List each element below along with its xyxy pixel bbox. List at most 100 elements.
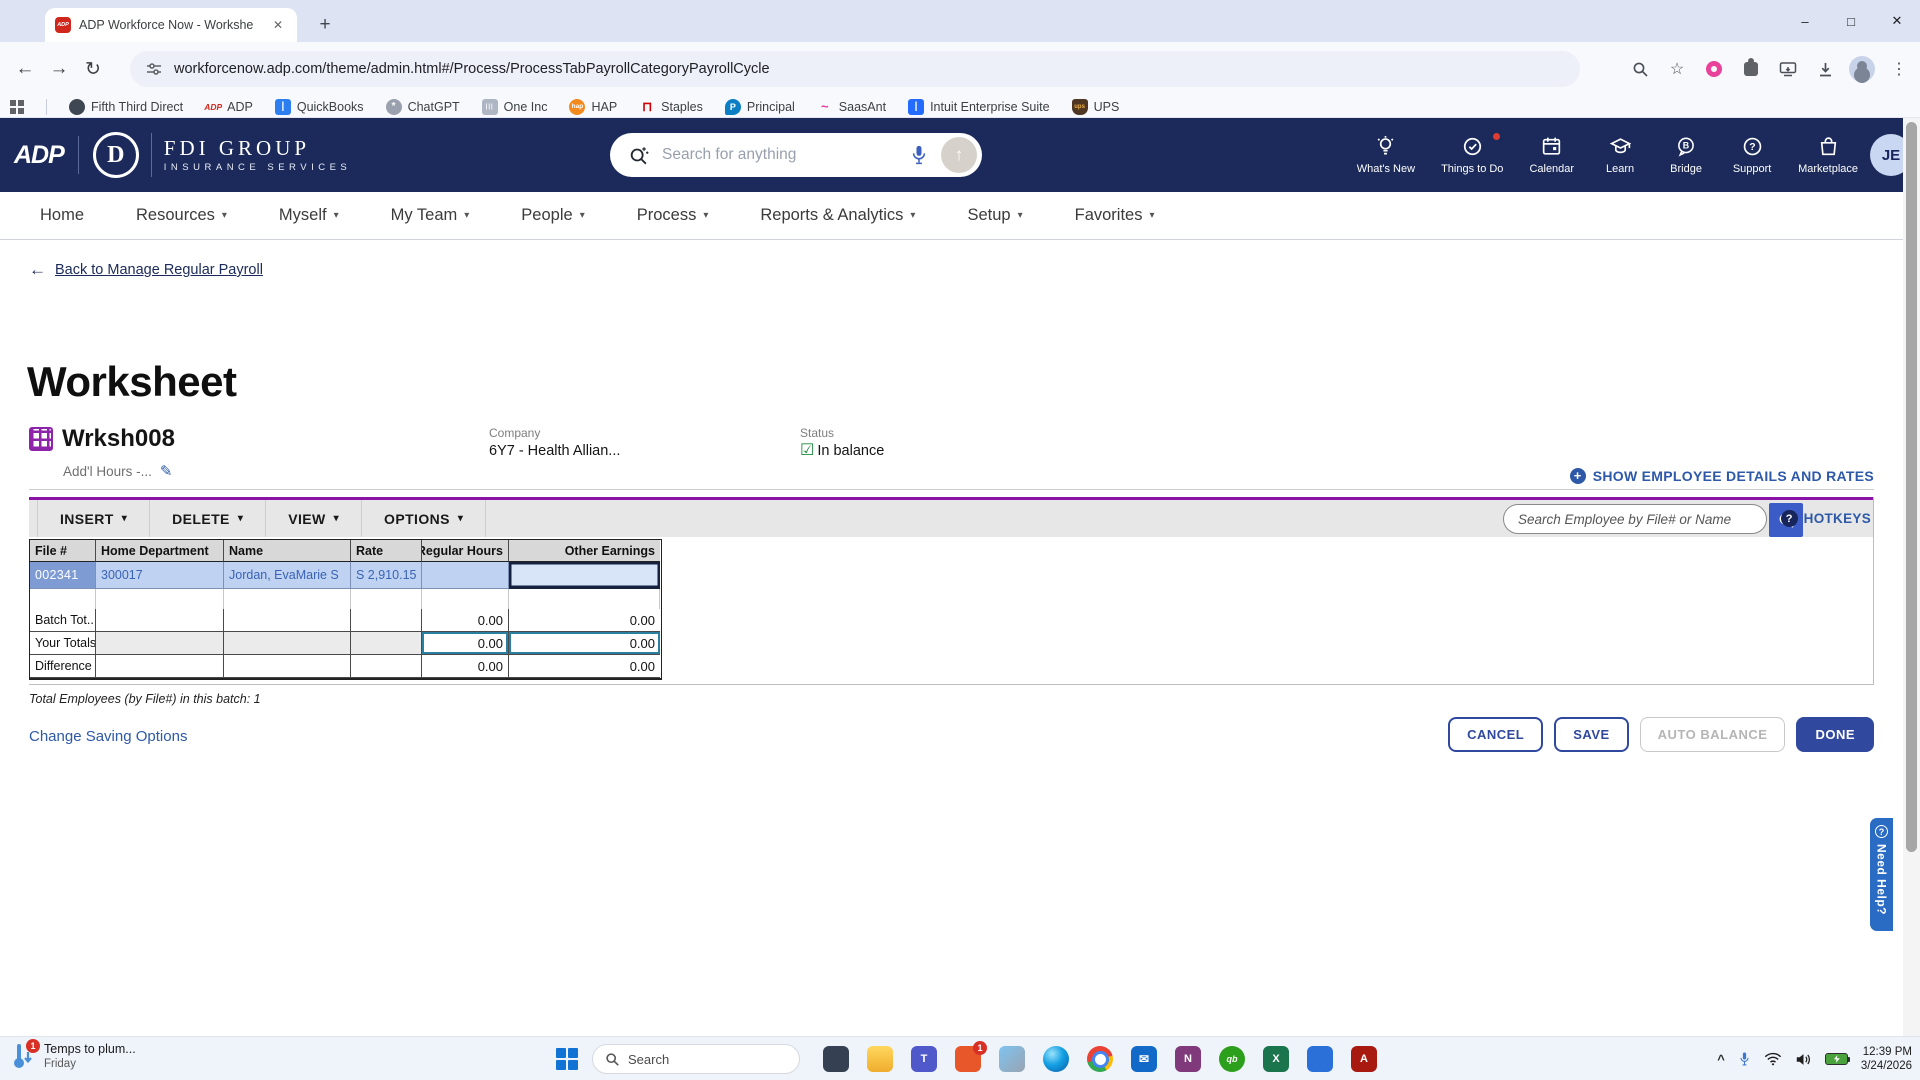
teams-icon[interactable]: T <box>911 1046 937 1072</box>
bookmark-staples[interactable]: ⊓Staples <box>639 99 703 115</box>
col-header-rate[interactable]: Rate <box>351 540 422 562</box>
change-saving-options-link[interactable]: Change Saving Options <box>29 728 187 745</box>
bookmark-star-icon[interactable]: ☆ <box>1662 54 1692 84</box>
speaker-icon[interactable] <box>1795 1052 1812 1067</box>
hotkeys-button[interactable]: ? HOTKEYS <box>1781 510 1871 527</box>
weather-widget[interactable]: 1 Temps to plum... Friday <box>10 1042 136 1074</box>
file-explorer-icon[interactable] <box>867 1046 893 1072</box>
tab-close-icon[interactable]: ✕ <box>269 16 287 34</box>
browser-reload-button[interactable]: ↻ <box>76 52 110 86</box>
done-button[interactable]: DONE <box>1796 717 1874 752</box>
onenote-icon[interactable]: N <box>1175 1046 1201 1072</box>
site-info-icon[interactable] <box>146 61 162 77</box>
col-header-home-department[interactable]: Home Department <box>96 540 224 562</box>
microphone-tray-icon[interactable] <box>1738 1051 1751 1068</box>
cell-file-number[interactable]: 002341 <box>30 562 96 589</box>
delete-menu-button[interactable]: DELETE▾ <box>150 500 266 537</box>
taskbar-clock[interactable]: 12:39 PM 3/24/2026 <box>1861 1045 1912 1073</box>
bookmark-principal[interactable]: PPrincipal <box>725 99 795 115</box>
quickbooks-app-icon[interactable]: qb <box>1219 1046 1245 1072</box>
global-search-bar[interactable]: ↑ <box>610 133 982 177</box>
back-to-manage-payroll-link[interactable]: ← Back to Manage Regular Payroll <box>29 260 263 280</box>
windows-start-button[interactable] <box>556 1048 578 1070</box>
nav-people[interactable]: People▾ <box>521 206 584 225</box>
wifi-icon[interactable] <box>1764 1052 1782 1066</box>
col-header-other-earnings[interactable]: Other Earnings <box>509 540 660 562</box>
marketplace-button[interactable]: Marketplace <box>1798 135 1858 175</box>
browser-menu-kebab-icon[interactable]: ⋮ <box>1884 54 1914 84</box>
need-help-tab[interactable]: ? Need Help? <box>1870 818 1893 931</box>
your-regular-hours-total[interactable]: 0.00 <box>422 632 509 655</box>
scrollbar-thumb[interactable] <box>1906 122 1917 852</box>
microphone-icon[interactable] <box>909 144 929 166</box>
nav-myself[interactable]: Myself▾ <box>279 206 339 225</box>
downloads-icon[interactable] <box>1810 54 1840 84</box>
cell-regular-hours[interactable] <box>422 562 509 589</box>
photos-app-icon[interactable] <box>999 1046 1025 1072</box>
learn-button[interactable]: Learn <box>1600 135 1640 175</box>
browser-back-button[interactable]: ← <box>8 52 42 86</box>
bookmark-quickbooks[interactable]: |QuickBooks <box>275 99 364 115</box>
remote-desktop-icon[interactable] <box>1307 1046 1333 1072</box>
taskbar-search-input[interactable] <box>628 1052 768 1067</box>
bookmark-fifth-third-direct[interactable]: Fifth Third Direct <box>69 99 183 115</box>
bridge-button[interactable]: B Bridge <box>1666 135 1706 175</box>
browser-forward-button[interactable]: → <box>42 52 76 86</box>
window-close-button[interactable]: ✕ <box>1874 0 1920 42</box>
excel-icon[interactable]: X <box>1263 1046 1289 1072</box>
taskbar-search-field[interactable] <box>592 1044 800 1074</box>
pink-extension-icon[interactable] <box>1699 54 1729 84</box>
bookmark-adp[interactable]: ADPADP <box>205 99 253 115</box>
cell-other-earnings-selected[interactable] <box>509 562 660 589</box>
adp-logo[interactable]: ADP <box>14 141 64 170</box>
page-scrollbar[interactable] <box>1903 118 1920 1036</box>
window-minimize-button[interactable]: – <box>1782 0 1828 42</box>
col-header-regular-hours[interactable]: Regular Hours <box>422 540 509 562</box>
window-maximize-button[interactable]: □ <box>1828 0 1874 42</box>
show-employee-details-link[interactable]: + SHOW EMPLOYEE DETAILS AND RATES <box>1570 468 1874 484</box>
nav-reports-analytics[interactable]: Reports & Analytics▾ <box>760 206 915 225</box>
outlook-icon[interactable]: ✉ <box>1131 1046 1157 1072</box>
cell-home-department[interactable]: 300017 <box>96 562 224 589</box>
alert-app-icon[interactable]: 1 <box>955 1046 981 1072</box>
cell-rate[interactable]: S 2,910.15 <box>351 562 422 589</box>
search-submit-button[interactable]: ↑ <box>941 137 977 173</box>
insert-menu-button[interactable]: INSERT▾ <box>37 500 150 537</box>
cell-name[interactable]: Jordan, EvaMarie S <box>224 562 351 589</box>
bookmark-one-inc[interactable]: |||One Inc <box>482 99 548 115</box>
nav-favorites[interactable]: Favorites▾ <box>1075 206 1155 225</box>
col-header-file[interactable]: File # <box>30 540 96 562</box>
col-header-name[interactable]: Name <box>224 540 351 562</box>
zoom-page-icon[interactable] <box>1625 54 1655 84</box>
chrome-browser-icon[interactable] <box>1087 1046 1113 1072</box>
view-menu-button[interactable]: VIEW▾ <box>266 500 362 537</box>
your-other-earnings-total[interactable]: 0.00 <box>509 632 660 655</box>
things-to-do-button[interactable]: Things to Do <box>1441 135 1503 175</box>
acrobat-icon[interactable]: A <box>1351 1046 1377 1072</box>
employee-search-input[interactable] <box>1518 512 1752 527</box>
battery-charging-icon[interactable] <box>1825 1053 1848 1065</box>
save-button[interactable]: SAVE <box>1554 717 1628 752</box>
terminal-app-icon[interactable] <box>823 1046 849 1072</box>
whats-new-button[interactable]: What's New <box>1357 135 1415 175</box>
bookmark-chatgpt[interactable]: *ChatGPT <box>386 99 460 115</box>
bookmark-ups[interactable]: upsUPS <box>1072 99 1120 115</box>
nav-home[interactable]: Home <box>40 206 84 225</box>
nav-my-team[interactable]: My Team▾ <box>391 206 470 225</box>
support-button[interactable]: ? Support <box>1732 135 1772 175</box>
employee-search-field[interactable] <box>1503 504 1767 534</box>
nav-resources[interactable]: Resources▾ <box>136 206 227 225</box>
bookmark-intuit-enterprise-suite[interactable]: |Intuit Enterprise Suite <box>908 99 1050 115</box>
edge-browser-icon[interactable] <box>1043 1046 1069 1072</box>
calendar-button[interactable]: Calendar <box>1529 135 1574 175</box>
hidden-icons-chevron[interactable]: ^ <box>1717 1052 1725 1067</box>
bookmark-hap[interactable]: hapHAP <box>569 99 617 115</box>
bookmark-saasant[interactable]: ~SaasAnt <box>817 99 886 115</box>
cancel-button[interactable]: CANCEL <box>1448 717 1543 752</box>
new-tab-button[interactable]: + <box>312 12 338 38</box>
browser-devices-icon[interactable] <box>1773 54 1803 84</box>
edit-pencil-icon[interactable]: ✎ <box>160 462 173 480</box>
browser-tab[interactable]: ADP ADP Workforce Now - Workshe ✕ <box>45 8 297 42</box>
options-menu-button[interactable]: OPTIONS▾ <box>362 500 486 537</box>
nav-process[interactable]: Process▾ <box>637 206 709 225</box>
